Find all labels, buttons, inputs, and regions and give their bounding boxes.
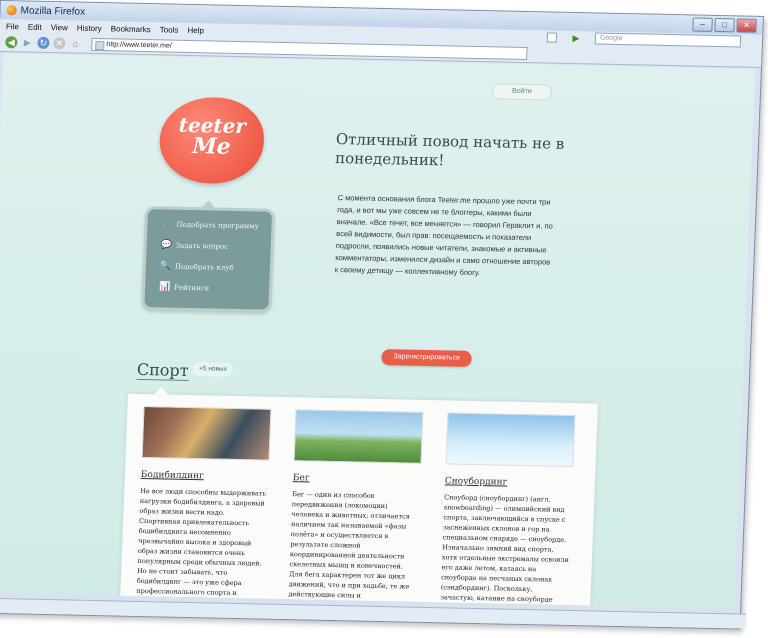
dropdown-icon[interactable] [546,32,558,43]
logo-text-line2: Me [191,133,232,160]
menu-file[interactable]: File [6,22,19,31]
article-title[interactable]: Бег [293,473,421,486]
close-button[interactable]: ✕ [736,18,757,33]
browser-window: Mozilla Firefox – □ ✕ File Edit View His… [0,0,764,630]
side-menu: 🚲 Подобрать программу 💬 Задать вопрос 🔍 … [141,206,276,313]
reload-icon[interactable]: ↻ [37,36,50,50]
menu-item-question[interactable]: 💬 Задать вопрос [160,239,270,253]
article-text: Не все люди способны выдерживать нагрузк… [135,486,267,608]
article-card: Бег Бег — один из способов передвижения … [287,409,424,608]
article-text: Бег — один из способов передвижения (лок… [288,490,410,608]
menu-view[interactable]: View [51,23,69,32]
menu-item-club[interactable]: 🔍 Подобрать клуб [160,260,270,274]
bodybuilding-image[interactable] [141,406,272,461]
menu-help[interactable]: Help [187,25,204,34]
chart-icon: 📊 [158,282,171,293]
stop-icon[interactable]: ✕ [53,37,66,50]
intro-text: С момента основания блога Teeter.me прош… [334,193,553,278]
article-title[interactable]: Бодибилдинг [141,470,269,483]
menu-item-label: Задать вопрос [175,241,229,251]
window-title: Mozilla Firefox [20,4,86,18]
home-icon[interactable]: ⌂ [69,37,81,49]
menu-tools[interactable]: Tools [160,25,179,34]
page-headline: Отличный повод начать не в понедельник! [334,130,565,170]
bicycle-icon: 🚲 [161,219,173,230]
back-icon[interactable]: ◀ [5,36,18,49]
menu-bookmarks[interactable]: Bookmarks [111,24,151,34]
login-button[interactable]: Войти [491,83,553,101]
forward-icon[interactable]: ▶ [21,36,33,48]
search-icon: 🔍 [159,261,172,272]
web-page: Войти teeter Me Отличный повод начать не… [0,53,755,609]
new-count-badge[interactable]: +5 новых [192,362,234,377]
section-title[interactable]: Спорт [136,359,189,381]
chat-bubble-icon: 💬 [160,240,173,251]
menu-history[interactable]: History [77,23,102,33]
snowboarding-image[interactable] [445,412,576,468]
menu-edit[interactable]: Edit [28,22,42,31]
minimize-button[interactable]: – [692,17,713,32]
running-image[interactable] [293,409,424,464]
logo[interactable]: teeter Me [158,96,266,185]
firefox-icon [6,5,17,16]
menu-item-label: Подобрать программу [176,220,259,231]
menu-item-label: Рейтинги [173,283,210,293]
menu-item-ratings[interactable]: 📊 Рейтинги [159,281,269,295]
go-icon[interactable]: ▶ [570,32,582,44]
articles-panel: Бодибилдинг Не все люди способны выдержи… [119,393,598,609]
register-button[interactable]: Зарегистрироваться [381,349,472,367]
menu-item-label: Подобрать клуб [174,262,234,272]
menu-item-program[interactable]: 🚲 Подобрать программу [161,218,271,232]
article-card: Бодибилдинг Не все люди способны выдержи… [135,406,272,608]
article-title[interactable]: Сноубординг [445,476,573,489]
article-text: Сноуборд (сноубординг) (англ. snowboardi… [439,493,570,609]
maximize-button[interactable]: □ [714,17,735,33]
article-card: Сноубординг Сноуборд (сноубординг) (англ… [439,412,576,609]
